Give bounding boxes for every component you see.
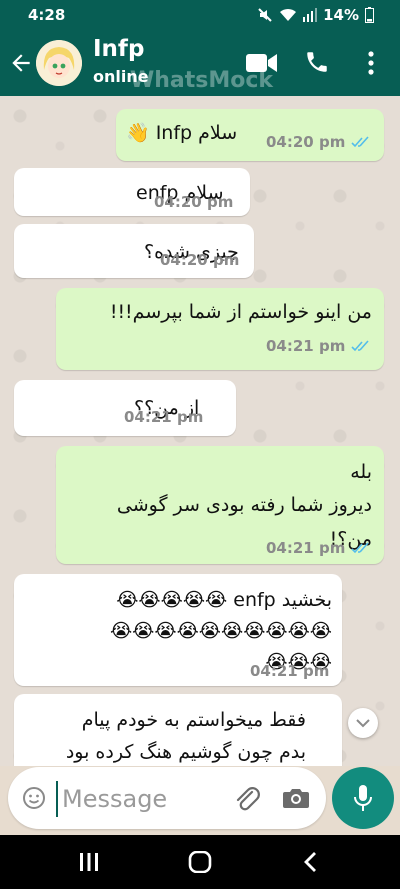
chevron-down-icon — [356, 719, 370, 728]
signal-icon — [303, 8, 318, 22]
system-nav-bar — [0, 835, 400, 889]
status-bar: 4:28 14% — [0, 0, 400, 32]
message-time: 04:20 pm — [154, 193, 234, 211]
message-incoming[interactable]: بخشید enfp 😭😭😭😭😭 😭😭😭😭😭😭😭😭😭😭 😭😭😭 04:21 pm — [14, 574, 342, 686]
message-text: سلام Infp 👋 — [126, 122, 238, 144]
contact-name[interactable]: Infp — [93, 36, 144, 62]
message-text: بله — [350, 461, 372, 483]
message-time: 04:20 pm — [266, 133, 346, 151]
status-time: 4:28 — [28, 6, 66, 24]
mic-icon — [354, 785, 372, 811]
message-text: بخشید enfp 😭😭😭😭😭 — [116, 589, 332, 611]
message-time: 04:21 pm — [250, 662, 330, 680]
double-check-icon — [351, 340, 369, 352]
message-meta: 04:21 pm — [266, 337, 371, 355]
message-meta: 04:21 pm — [250, 662, 329, 680]
recent-apps-icon[interactable] — [78, 851, 100, 873]
message-meta: 04:20 pm — [160, 251, 239, 269]
message-meta: 04:21 pm — [266, 539, 371, 557]
message-meta: 04:20 pm — [154, 193, 233, 211]
message-composer — [8, 767, 326, 829]
chat-header: Infp online WhatsMock — [0, 32, 400, 96]
arrow-left-icon[interactable] — [8, 50, 34, 76]
mic-button[interactable] — [332, 767, 394, 829]
message-input[interactable] — [56, 781, 234, 817]
scroll-down-button[interactable] — [348, 708, 378, 738]
video-call-icon[interactable] — [246, 52, 278, 74]
message-time: 04:21 pm — [124, 408, 204, 426]
double-check-icon — [351, 542, 369, 554]
message-time: 04:21 pm — [266, 539, 346, 557]
message-text: بدم چون گوشیم هنگ کرده بود — [65, 741, 306, 763]
message-text: دیروز شما رفته بودی سر گوشی — [116, 494, 372, 516]
mute-icon — [258, 8, 272, 22]
message-meta: 04:20 pm — [266, 133, 371, 151]
message-incoming[interactable]: چیزی شده؟ 04:20 pm — [14, 224, 254, 278]
battery-icon — [365, 7, 374, 23]
message-text: 😭😭😭😭😭😭😭😭😭😭 — [109, 620, 332, 642]
emoji-icon[interactable] — [22, 786, 46, 810]
double-check-icon — [351, 136, 369, 148]
message-incoming[interactable]: فقط میخواستم به خودم پیام بدم چون گوشیم … — [14, 694, 342, 766]
more-vert-icon[interactable] — [366, 50, 376, 76]
chat-area[interactable]: سلام Infp 👋 04:20 pm سلام enfp 04:20 pm … — [0, 96, 400, 766]
battery-percent: 14% — [323, 6, 359, 24]
message-time: 04:21 pm — [266, 337, 346, 355]
message-incoming[interactable]: از من؟؟ 04:21 pm — [14, 380, 236, 436]
message-incoming[interactable]: سلام enfp 04:20 pm — [14, 168, 250, 216]
message-outgoing[interactable]: بله دیروز شما رفته بودی سر گوشی من؟! 04:… — [56, 446, 384, 564]
phone-icon[interactable] — [304, 49, 330, 75]
message-time: 04:20 pm — [160, 251, 240, 269]
message-text: من اینو خواستم از شما بپرسم!!! — [109, 301, 372, 323]
camera-icon[interactable] — [282, 786, 310, 810]
message-text: فقط میخواستم به خودم پیام — [81, 709, 306, 731]
message-outgoing[interactable]: سلام Infp 👋 04:20 pm — [116, 109, 384, 161]
paperclip-icon[interactable] — [234, 784, 260, 812]
avatar[interactable] — [36, 40, 82, 86]
back-icon[interactable] — [302, 851, 318, 873]
message-meta: 04:21 pm — [124, 408, 203, 426]
status-icons: 14% — [257, 6, 374, 24]
wifi-icon — [280, 8, 297, 21]
message-outgoing[interactable]: من اینو خواستم از شما بپرسم!!! 04:21 pm — [56, 288, 384, 370]
home-icon[interactable] — [188, 851, 212, 873]
